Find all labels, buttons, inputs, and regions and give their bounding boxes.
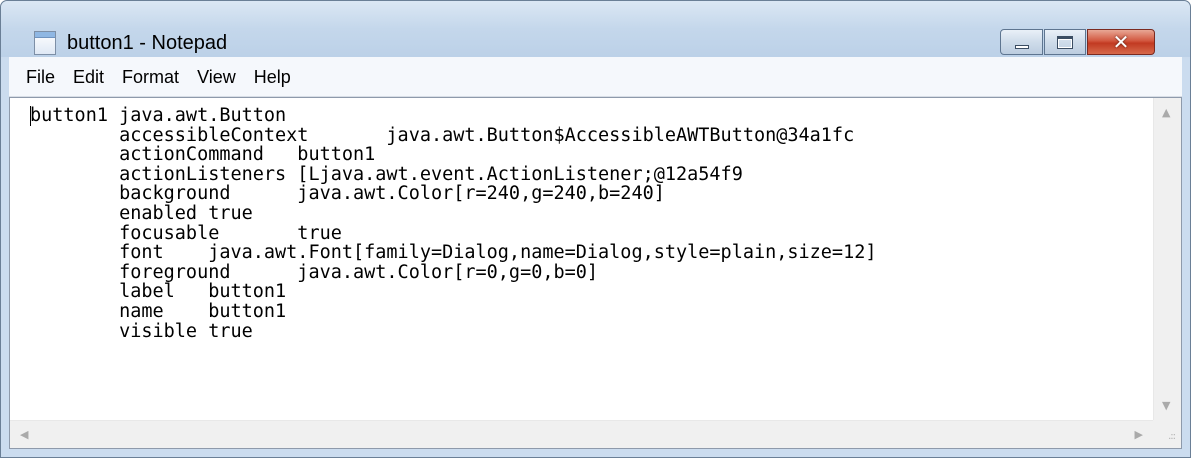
resize-grip-icon: .:: xyxy=(1168,431,1176,442)
text-content[interactable]: button1 java.awt.Button accessibleContex… xyxy=(30,106,1153,341)
text-area[interactable]: button1 java.awt.Button accessibleContex… xyxy=(10,98,1153,420)
text-editor[interactable]: button1 java.awt.Button accessibleContex… xyxy=(9,97,1182,449)
text-line: button1 java.awt.Button xyxy=(30,105,287,126)
menu-edit[interactable]: Edit xyxy=(64,57,113,97)
caption-buttons: ✕ xyxy=(999,29,1155,57)
text-line: enabled true xyxy=(30,202,253,224)
scroll-right-icon[interactable]: ▶ xyxy=(1135,428,1143,441)
notepad-icon[interactable] xyxy=(34,31,56,55)
scroll-down-icon[interactable]: ▼ xyxy=(1162,399,1170,412)
menu-file[interactable]: File xyxy=(17,57,64,97)
text-line: actionCommand button1 xyxy=(30,144,376,166)
text-line: name button1 xyxy=(30,300,287,322)
menu-view[interactable]: View xyxy=(188,57,245,97)
minimize-button[interactable] xyxy=(1000,29,1043,55)
minimize-icon xyxy=(1014,45,1029,49)
scroll-left-icon[interactable]: ◀ xyxy=(20,428,28,441)
text-line: background java.awt.Color[r=240,g=240,b=… xyxy=(30,183,665,205)
text-line: accessibleContext java.awt.Button$Access… xyxy=(30,124,855,146)
vertical-scrollbar[interactable]: ▲ ▼ xyxy=(1153,98,1181,420)
text-line: visible true xyxy=(30,320,253,342)
horizontal-scrollbar[interactable]: ◀ ▶ xyxy=(10,420,1153,448)
text-line: foreground java.awt.Color[r=0,g=0,b=0] xyxy=(30,261,599,283)
text-line: font java.awt.Font[family=Dialog,name=Di… xyxy=(30,242,877,264)
close-icon: ✕ xyxy=(1112,30,1130,54)
text-line: label button1 xyxy=(30,281,287,303)
close-button[interactable]: ✕ xyxy=(1087,29,1155,55)
scroll-up-icon[interactable]: ▲ xyxy=(1162,106,1170,119)
resize-grip[interactable]: .:: xyxy=(1153,420,1181,448)
maximize-icon xyxy=(1057,35,1073,49)
menu-format[interactable]: Format xyxy=(113,57,188,97)
menu-help[interactable]: Help xyxy=(245,57,300,97)
title-bar[interactable]: button1 - Notepad ✕ xyxy=(1,1,1190,57)
notepad-window: button1 - Notepad ✕ File Edit Format Vie… xyxy=(0,0,1191,458)
text-line: focusable true xyxy=(30,222,342,244)
maximize-button[interactable] xyxy=(1044,29,1086,55)
text-caret xyxy=(30,106,31,126)
text-line: actionListeners [Ljava.awt.event.ActionL… xyxy=(30,163,743,185)
window-title: button1 - Notepad xyxy=(67,32,228,54)
menu-bar: File Edit Format View Help xyxy=(9,57,1182,97)
